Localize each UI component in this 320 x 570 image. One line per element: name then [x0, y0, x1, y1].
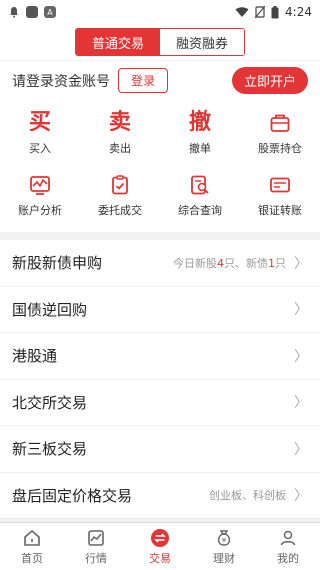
clipboard-check-icon	[107, 172, 133, 198]
account-analysis-button[interactable]: 账户分析	[0, 168, 80, 222]
nav-home-label: 首页	[21, 551, 43, 565]
positions-label: 股票持仓	[258, 142, 302, 155]
chevron-right-icon: 〉	[294, 488, 308, 505]
status-bar: A 4:24	[0, 0, 320, 24]
chevron-right-icon: 〉	[294, 302, 308, 319]
list-item-bse-trade[interactable]: 北交所交易 〉	[0, 380, 320, 426]
nav-trade-label: 交易	[149, 551, 171, 565]
list-item-reverse-repo[interactable]: 国债逆回购 〉	[0, 287, 320, 333]
login-prompt: 请登录资金账号	[12, 73, 110, 90]
list-item-neeq-trade[interactable]: 新三板交易 〉	[0, 426, 320, 473]
buy-glyph: 买	[28, 110, 51, 135]
svg-text:¥: ¥	[222, 536, 227, 544]
order-fills-label: 委托成交	[98, 204, 142, 217]
nav-profile[interactable]: 我的	[256, 523, 320, 570]
trade-type-tabs: 普通交易 融资融券	[0, 24, 320, 60]
analysis-chart-icon	[27, 172, 53, 198]
order-fills-button[interactable]: 委托成交	[80, 168, 160, 222]
briefcase-icon	[267, 110, 293, 136]
new-bond-count: 1	[268, 256, 275, 270]
user-icon	[280, 530, 296, 545]
bank-transfer-label: 银证转账	[258, 204, 302, 217]
buy-label: 买入	[29, 142, 51, 155]
list-item-title: 北交所交易	[12, 393, 88, 412]
list-item-title: 新三板交易	[12, 440, 88, 459]
nav-wealth-label: 理财	[213, 551, 235, 565]
buy-button[interactable]: 买 买入	[0, 106, 80, 160]
trade-icon	[151, 528, 169, 547]
list-item-title: 盘后固定价格交易	[12, 486, 133, 505]
query-label: 综合查询	[178, 204, 222, 217]
nav-market-label: 行情	[85, 551, 107, 565]
query-button[interactable]: 综合查询	[160, 168, 240, 222]
bottom-nav: 首页 行情 交易 ¥ 理财 我的	[0, 522, 320, 570]
chevron-right-icon: 〉	[294, 255, 308, 272]
open-account-button[interactable]: 立即开户	[231, 67, 308, 94]
notification-icon	[10, 7, 18, 18]
sell-label: 卖出	[109, 142, 131, 155]
positions-button[interactable]: 股票持仓	[240, 106, 320, 160]
battery-icon	[271, 5, 279, 18]
app-notification-icon	[26, 6, 38, 18]
sell-button[interactable]: 卖 卖出	[80, 106, 160, 160]
chevron-right-icon: 〉	[294, 441, 308, 458]
wifi-icon	[235, 7, 249, 17]
after-hours-hint: 创业板、科创板	[209, 489, 286, 503]
ipo-hint: 今日新股4只、新债1只	[173, 256, 286, 270]
nav-market[interactable]: 行情	[64, 523, 128, 570]
bank-transfer-button[interactable]: 银证转账	[240, 168, 320, 222]
clock: 4:24	[285, 5, 312, 19]
bank-card-icon	[267, 172, 293, 198]
list-item-hk-connect[interactable]: 港股通 〉	[0, 333, 320, 380]
tab-margin-trade[interactable]: 融资融券	[160, 29, 244, 55]
tab-normal-trade[interactable]: 普通交易	[76, 29, 160, 55]
list-item-ipo-subscribe[interactable]: 新股新债申购 今日新股4只、新债1只 〉	[0, 240, 320, 287]
cancel-order-button[interactable]: 撤 撤单	[160, 106, 240, 160]
trade-menu-list: 新股新债申购 今日新股4只、新债1只 〉 国债逆回购 〉 港股通 〉 北交所交易…	[0, 240, 320, 519]
chevron-right-icon: 〉	[294, 348, 308, 365]
list-item-after-hours[interactable]: 盘后固定价格交易 创业板、科创板 〉	[0, 473, 320, 519]
function-grid: 买 买入 卖 卖出 撤 撤单 股票持仓 账户分析 委托成交 综合查询 银证转账	[0, 100, 320, 232]
chevron-right-icon: 〉	[294, 395, 308, 412]
list-item-title: 国债逆回购	[12, 300, 88, 319]
no-sim-icon	[255, 6, 266, 18]
home-icon	[24, 529, 40, 546]
nav-wealth[interactable]: ¥ 理财	[192, 523, 256, 570]
login-button[interactable]: 登录	[118, 68, 169, 93]
list-item-title: 新股新债申购	[12, 254, 103, 273]
sell-glyph: 卖	[108, 110, 131, 135]
a-notification-icon: A	[44, 6, 56, 18]
nav-home[interactable]: 首页	[0, 523, 64, 570]
list-item-title: 港股通	[12, 347, 58, 366]
cancel-label: 撤单	[189, 142, 211, 155]
search-doc-icon	[187, 172, 213, 198]
nav-trade[interactable]: 交易	[128, 523, 192, 570]
money-bag-icon: ¥	[217, 529, 231, 546]
new-stock-count: 4	[217, 256, 224, 270]
account-analysis-label: 账户分析	[18, 204, 62, 217]
login-bar: 请登录资金账号 登录 立即开户	[0, 60, 320, 100]
cancel-glyph: 撤	[188, 110, 211, 135]
nav-profile-label: 我的	[277, 551, 299, 565]
chart-icon	[88, 529, 104, 546]
